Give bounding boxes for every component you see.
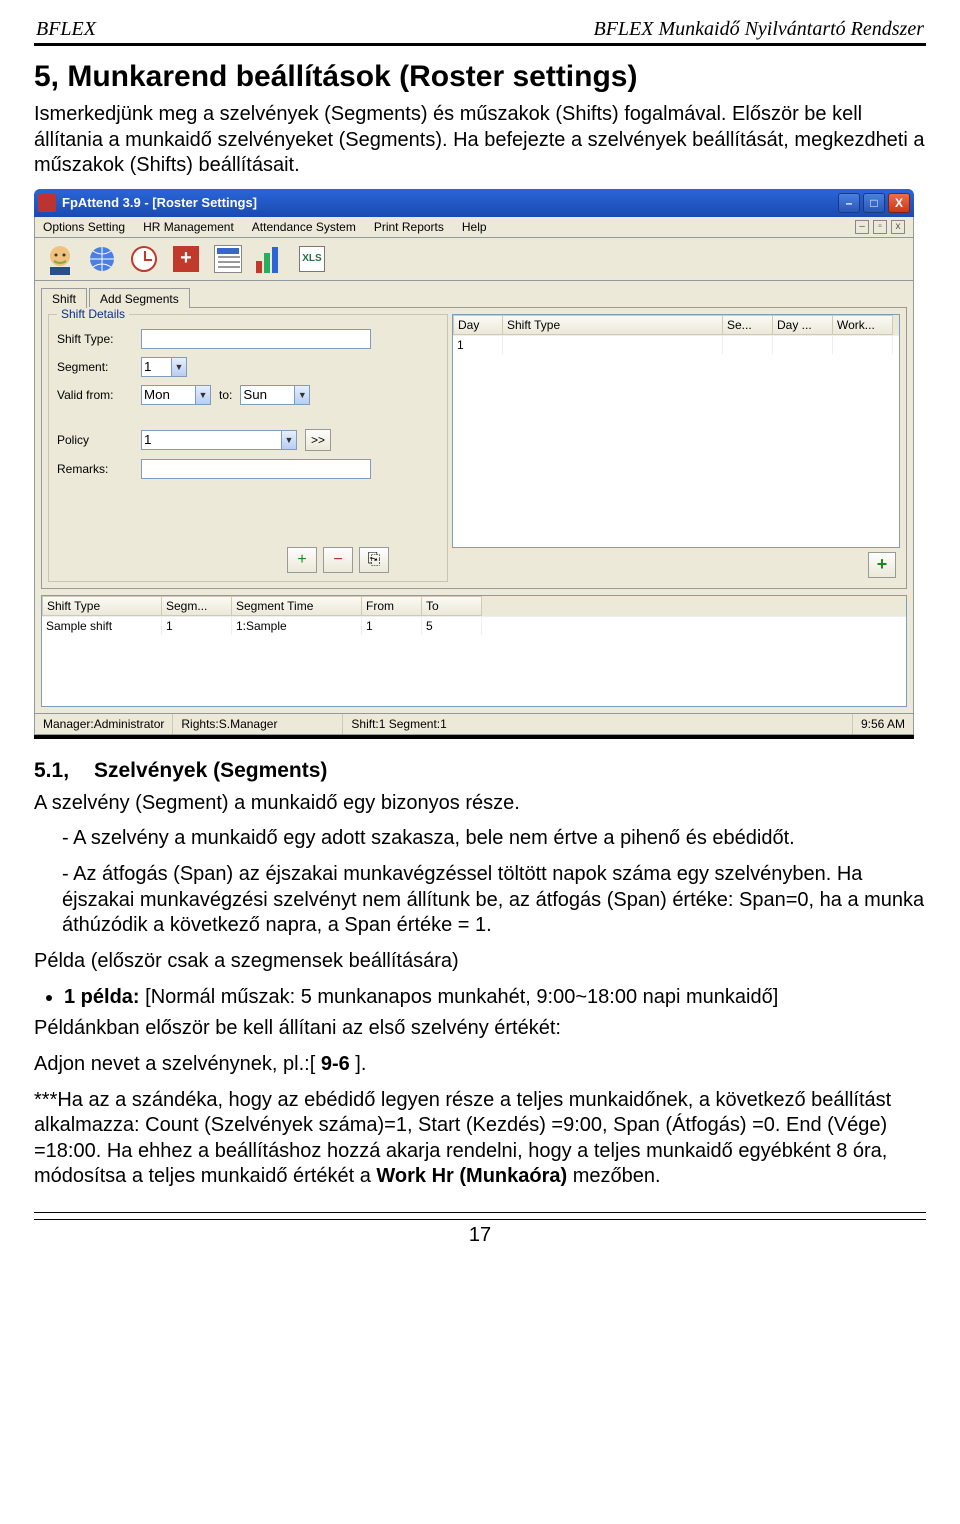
policy-input[interactable]: [141, 430, 281, 450]
column-header[interactable]: Day: [453, 315, 503, 335]
add-row-button[interactable]: +: [287, 547, 317, 573]
app-icon: [38, 194, 56, 212]
shift-details-group: Shift Details Shift Type: Segment: ▼ V: [48, 314, 448, 582]
segment-grid[interactable]: Shift TypeSegm...Segment TimeFromTo Samp…: [41, 595, 907, 707]
chart-icon[interactable]: [253, 242, 287, 276]
chevron-down-icon[interactable]: ▼: [281, 430, 297, 450]
chevron-down-icon[interactable]: ▼: [195, 385, 211, 405]
minimize-button[interactable]: –: [838, 193, 860, 213]
shift-type-label: Shift Type:: [57, 332, 133, 346]
table-row[interactable]: 1: [453, 335, 899, 354]
column-header[interactable]: Day ...: [773, 315, 833, 335]
calendar-icon[interactable]: [211, 242, 245, 276]
body-paragraph: A szelvény (Segment) a munkaidő egy bizo…: [34, 791, 926, 817]
valid-to-input[interactable]: [240, 385, 294, 405]
column-header[interactable]: Shift Type: [42, 596, 162, 616]
duplicate-row-button[interactable]: ⎘: [359, 547, 389, 573]
body-paragraph: ***Ha az a szándéka, hogy az ebédidő leg…: [34, 1088, 926, 1190]
globe-icon[interactable]: [85, 242, 119, 276]
menu-hr[interactable]: HR Management: [143, 220, 234, 234]
status-time: 9:56 AM: [853, 714, 913, 734]
menu-print[interactable]: Print Reports: [374, 220, 444, 234]
table-cell: 5: [422, 617, 482, 635]
column-header[interactable]: Se...: [723, 315, 773, 335]
table-cell: [773, 336, 833, 354]
footer-rule-1: [34, 1212, 926, 1213]
titlebar: FpAttend 3.9 - [Roster Settings] – □ X: [34, 189, 914, 217]
face-icon[interactable]: [43, 242, 77, 276]
column-header[interactable]: Work...: [833, 315, 893, 335]
menubar: Options Setting HR Management Attendance…: [34, 217, 914, 238]
policy-more-button[interactable]: >>: [305, 429, 331, 451]
page-number: 17: [34, 1224, 926, 1247]
to-label: to:: [219, 388, 232, 402]
menu-options[interactable]: Options Setting: [43, 220, 125, 234]
table-cell: 1: [162, 617, 232, 635]
column-header[interactable]: From: [362, 596, 422, 616]
mdi-close-icon[interactable]: x: [891, 220, 905, 234]
header-rule: [34, 43, 926, 46]
segment-input[interactable]: [141, 357, 171, 377]
example-bullet: 1 példa: [Normál műszak: 5 munkanapos mu…: [64, 984, 926, 1010]
segment-label: Segment:: [57, 360, 133, 374]
remove-row-button[interactable]: −: [323, 547, 353, 573]
close-button[interactable]: X: [888, 193, 910, 213]
status-manager: Manager:Administrator: [35, 714, 173, 734]
body-paragraph: Adjon nevet a szelvénynek, pl.:[ 9-6 ].: [34, 1052, 926, 1078]
mdi-minimize-icon[interactable]: –: [855, 220, 869, 234]
table-cell: [833, 336, 893, 354]
doc-header-right: BFLEX Munkaidő Nyilvántartó Rendszer: [593, 18, 924, 41]
remarks-input[interactable]: [141, 459, 371, 479]
app-window: FpAttend 3.9 - [Roster Settings] – □ X O…: [34, 189, 914, 739]
table-cell: [723, 336, 773, 354]
remarks-label: Remarks:: [57, 462, 133, 476]
status-bar: Manager:Administrator Rights:S.Manager S…: [34, 714, 914, 735]
table-cell: 1:Sample: [232, 617, 362, 635]
column-header[interactable]: Segment Time: [232, 596, 362, 616]
table-row[interactable]: Sample shift11:Sample15: [42, 616, 906, 635]
export-xls-icon[interactable]: XLS: [295, 242, 329, 276]
valid-from-label: Valid from:: [57, 388, 133, 402]
status-rights: Rights:S.Manager: [173, 714, 343, 734]
subsection-heading: 5.1,Szelvények (Segments): [34, 759, 926, 783]
chevron-down-icon[interactable]: ▼: [294, 385, 310, 405]
body-paragraph: - Az átfogás (Span) az éjszakai munkavég…: [34, 862, 926, 939]
menu-help[interactable]: Help: [462, 220, 487, 234]
maximize-button[interactable]: □: [863, 193, 885, 213]
grid-add-button[interactable]: +: [868, 552, 896, 578]
status-shift: Shift:1 Segment:1: [343, 714, 853, 734]
intro-paragraph: Ismerkedjünk meg a szelvények (Segments)…: [34, 102, 926, 179]
table-cell: 1: [362, 617, 422, 635]
shift-details-legend: Shift Details: [57, 307, 129, 321]
menu-attendance[interactable]: Attendance System: [252, 220, 356, 234]
tab-add-segments[interactable]: Add Segments: [89, 288, 190, 308]
plus-icon[interactable]: +: [169, 242, 203, 276]
valid-from-input[interactable]: [141, 385, 195, 405]
clock-icon[interactable]: [127, 242, 161, 276]
table-cell: [503, 336, 723, 354]
column-header[interactable]: To: [422, 596, 482, 616]
shift-type-input[interactable]: [141, 329, 371, 349]
table-cell: Sample shift: [42, 617, 162, 635]
column-header[interactable]: Shift Type: [503, 315, 723, 335]
toolbar: + XLS: [34, 238, 914, 281]
mdi-controls: – ▫ x: [855, 220, 905, 234]
footer-rule-2: [34, 1219, 926, 1220]
table-cell: 1: [453, 336, 503, 354]
doc-header-left: BFLEX: [36, 18, 96, 41]
section-heading: 5, Munkarend beállítások (Roster setting…: [34, 60, 926, 94]
window-title: FpAttend 3.9 - [Roster Settings]: [62, 195, 832, 210]
tab-shift[interactable]: Shift: [41, 288, 87, 308]
body-paragraph: - A szelvény a munkaidő egy adott szakas…: [34, 826, 926, 852]
column-header[interactable]: Segm...: [162, 596, 232, 616]
chevron-down-icon[interactable]: ▼: [171, 357, 187, 377]
mdi-restore-icon[interactable]: ▫: [873, 220, 887, 234]
day-grid[interactable]: DayShift TypeSe...Day ...Work... 1: [452, 314, 900, 548]
example-lead: Példa (először csak a szegmensek beállít…: [34, 949, 926, 975]
policy-label: Policy: [57, 433, 133, 447]
body-paragraph: Példánkban először be kell állítani az e…: [34, 1016, 926, 1042]
